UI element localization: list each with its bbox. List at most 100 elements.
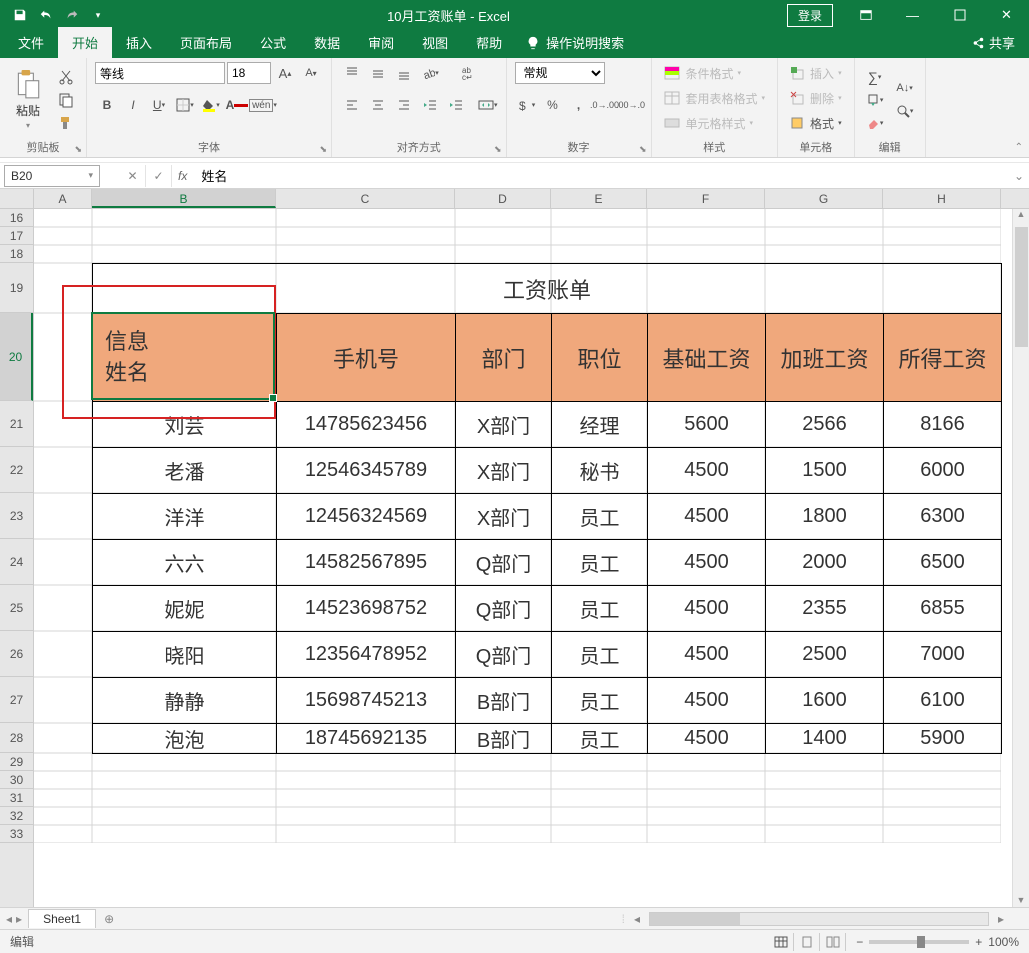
role-cell[interactable]: 员工 <box>552 678 648 724</box>
name-cell[interactable]: 六六 <box>93 540 277 586</box>
scroll-down-button[interactable]: ▼ <box>1013 895 1029 905</box>
spreadsheet-grid[interactable]: 161718192021222324252627282930313233 ABC… <box>0 189 1029 907</box>
align-middle-button[interactable] <box>366 62 390 84</box>
minimize-button[interactable]: — <box>890 0 935 30</box>
col-header-G[interactable]: G <box>765 189 883 208</box>
dept-cell[interactable]: X部门 <box>456 494 552 540</box>
ot-cell[interactable]: 1400 <box>766 724 884 754</box>
cell-styles-button[interactable]: 单元格样式▾ <box>660 112 758 134</box>
decrease-font-button[interactable]: A▾ <box>299 62 323 84</box>
row-header-24[interactable]: 24 <box>0 539 33 585</box>
role-cell[interactable]: 员工 <box>552 540 648 586</box>
row-header-23[interactable]: 23 <box>0 493 33 539</box>
copy-button[interactable] <box>54 89 78 111</box>
align-top-button[interactable] <box>340 62 364 84</box>
align-bottom-button[interactable] <box>392 62 416 84</box>
cancel-edit-button[interactable]: ✕ <box>120 165 146 187</box>
accounting-button[interactable]: $▾ <box>515 94 539 116</box>
row-header-20[interactable]: 20 <box>0 313 33 401</box>
base-cell[interactable]: 4500 <box>648 724 766 754</box>
dept-cell[interactable]: Q部门 <box>456 540 552 586</box>
phone-cell[interactable]: 14582567895 <box>277 540 456 586</box>
share-button[interactable]: 共享 <box>957 27 1029 58</box>
row-header-28[interactable]: 28 <box>0 723 33 753</box>
align-right-button[interactable] <box>392 94 416 116</box>
phone-cell[interactable]: 12456324569 <box>277 494 456 540</box>
row-header-33[interactable]: 33 <box>0 825 33 843</box>
dept-cell[interactable]: B部门 <box>456 724 552 754</box>
tab-view[interactable]: 视图 <box>408 27 462 58</box>
column-header-cell[interactable]: 加班工资 <box>766 314 884 402</box>
role-cell[interactable]: 秘书 <box>552 448 648 494</box>
font-launcher[interactable]: ⬊ <box>319 144 327 155</box>
base-cell[interactable]: 4500 <box>648 586 766 632</box>
align-left-button[interactable] <box>340 94 364 116</box>
column-header-cell[interactable]: 职位 <box>552 314 648 402</box>
hscroll-left-button[interactable]: ◂ <box>629 912 645 926</box>
confirm-edit-button[interactable]: ✓ <box>146 165 172 187</box>
font-name-combo[interactable] <box>95 62 225 84</box>
align-center-button[interactable] <box>366 94 390 116</box>
row-header-26[interactable]: 26 <box>0 631 33 677</box>
increase-indent-button[interactable] <box>444 94 468 116</box>
ot-cell[interactable]: 2355 <box>766 586 884 632</box>
row-header-17[interactable]: 17 <box>0 227 33 245</box>
col-header-B[interactable]: B <box>92 189 276 208</box>
underline-button[interactable]: U▾ <box>147 94 171 116</box>
autosum-button[interactable]: ∑▾ <box>863 66 887 88</box>
col-header-H[interactable]: H <box>883 189 1001 208</box>
phone-cell[interactable]: 15698745213 <box>277 678 456 724</box>
scroll-up-button[interactable]: ▲ <box>1013 209 1029 219</box>
percent-button[interactable]: % <box>541 94 565 116</box>
expand-formula-button[interactable]: ⌄ <box>1009 169 1029 183</box>
name-cell[interactable]: 洋洋 <box>93 494 277 540</box>
phone-cell[interactable]: 18745692135 <box>277 724 456 754</box>
total-cell[interactable]: 6100 <box>884 678 1002 724</box>
format-table-button[interactable]: 套用表格格式▾ <box>660 87 770 109</box>
number-launcher[interactable]: ⬊ <box>639 144 647 155</box>
name-cell[interactable]: 妮妮 <box>93 586 277 632</box>
row-header-29[interactable]: 29 <box>0 753 33 771</box>
sort-filter-button[interactable]: A↓▾ <box>893 77 917 99</box>
row-header-30[interactable]: 30 <box>0 771 33 789</box>
paste-button[interactable]: 粘贴 ▾ <box>8 66 48 134</box>
redo-button[interactable] <box>60 3 84 27</box>
vertical-scrollbar[interactable]: ▲ ▼ <box>1012 209 1029 907</box>
column-header-cell[interactable]: 所得工资 <box>884 314 1002 402</box>
dept-cell[interactable]: Q部门 <box>456 632 552 678</box>
dept-cell[interactable]: Q部门 <box>456 586 552 632</box>
maximize-button[interactable] <box>937 0 982 30</box>
base-cell[interactable]: 5600 <box>648 402 766 448</box>
tab-review[interactable]: 审阅 <box>354 27 408 58</box>
col-header-E[interactable]: E <box>551 189 647 208</box>
increase-decimal-button[interactable]: .0→.00 <box>593 94 617 116</box>
undo-button[interactable] <box>34 3 58 27</box>
total-cell[interactable]: 6855 <box>884 586 1002 632</box>
merge-button[interactable]: ▾ <box>478 94 498 116</box>
base-cell[interactable]: 4500 <box>648 678 766 724</box>
role-cell[interactable]: 员工 <box>552 632 648 678</box>
col-header-D[interactable]: D <box>455 189 551 208</box>
ot-cell[interactable]: 2000 <box>766 540 884 586</box>
column-header-cell[interactable]: 基础工资 <box>648 314 766 402</box>
total-cell[interactable]: 6000 <box>884 448 1002 494</box>
dept-cell[interactable]: X部门 <box>456 448 552 494</box>
tab-home[interactable]: 开始 <box>58 27 112 58</box>
ot-cell[interactable]: 2500 <box>766 632 884 678</box>
tell-me[interactable]: 操作说明搜索 <box>516 27 634 58</box>
close-button[interactable]: ✕ <box>984 0 1029 30</box>
number-format-combo[interactable]: 常规 <box>515 62 605 84</box>
clipboard-launcher[interactable]: ⬊ <box>74 144 82 155</box>
dept-cell[interactable]: B部门 <box>456 678 552 724</box>
role-cell[interactable]: 员工 <box>552 586 648 632</box>
qat-customize[interactable]: ▾ <box>86 3 110 27</box>
name-cell[interactable]: 晓阳 <box>93 632 277 678</box>
column-header-cell[interactable]: 部门 <box>456 314 552 402</box>
tab-data[interactable]: 数据 <box>300 27 354 58</box>
hscroll-track[interactable] <box>649 912 989 926</box>
row-header-21[interactable]: 21 <box>0 401 33 447</box>
bold-button[interactable]: B <box>95 94 119 116</box>
row-header-18[interactable]: 18 <box>0 245 33 263</box>
dept-cell[interactable]: X部门 <box>456 402 552 448</box>
horizontal-scrollbar[interactable]: ⁞ ◂ ▸ <box>122 912 1029 926</box>
